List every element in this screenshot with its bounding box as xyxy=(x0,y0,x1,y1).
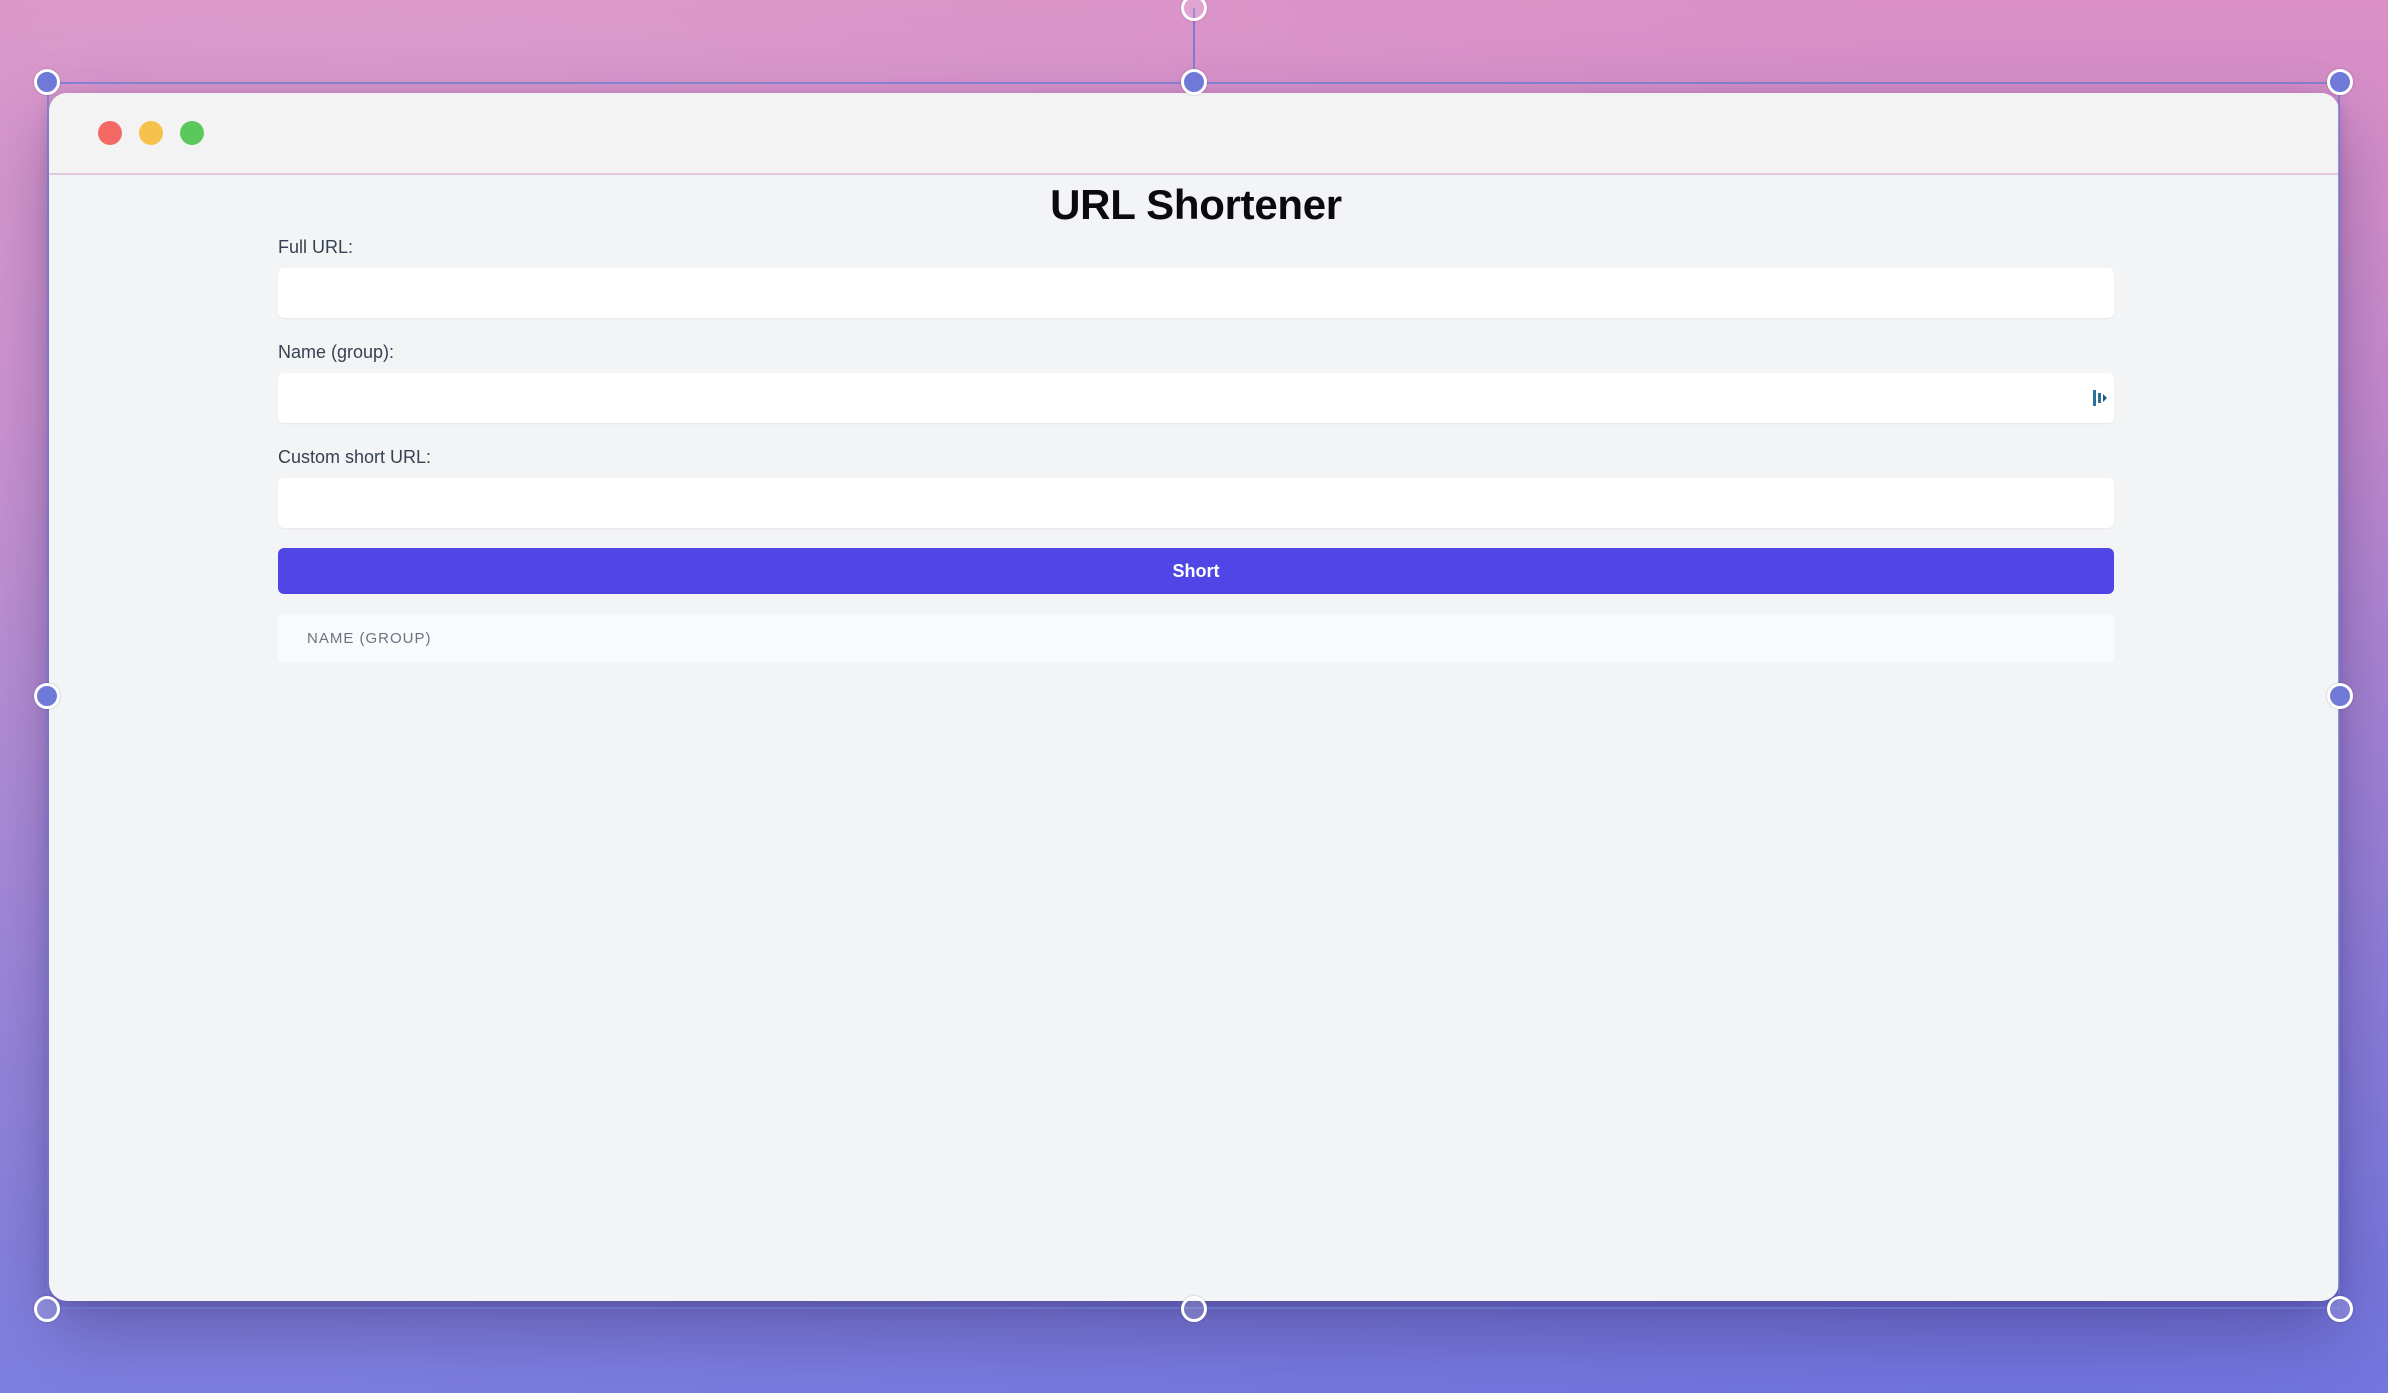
custom-short-url-input[interactable] xyxy=(278,478,2114,528)
resize-handle-right[interactable] xyxy=(2327,683,2353,709)
autofill-extension-icon[interactable] xyxy=(2092,389,2108,407)
main-content: URL Shortener Full URL: Name (group): Cu… xyxy=(278,175,2114,662)
links-table-header: NAME (GROUP) xyxy=(278,614,2114,662)
full-url-label: Full URL: xyxy=(278,237,354,257)
maximize-window-button[interactable] xyxy=(180,121,204,145)
resize-handle-top-right[interactable] xyxy=(2327,69,2353,95)
full-url-input[interactable] xyxy=(278,268,2114,318)
resize-handle-bottom-left[interactable] xyxy=(34,1296,60,1322)
name-group-field-wrapper xyxy=(278,373,2114,423)
custom-short-url-label: Custom short URL: xyxy=(278,447,432,467)
close-window-button[interactable] xyxy=(98,121,122,145)
app-window: URL Shortener Full URL: Name (group): Cu… xyxy=(49,93,2339,1301)
name-group-label: Name (group): xyxy=(278,342,395,362)
resize-handle-bottom[interactable] xyxy=(1181,1296,1207,1322)
full-url-field-wrapper xyxy=(278,268,2114,318)
resize-handle-left[interactable] xyxy=(34,683,60,709)
resize-handle-bottom-right[interactable] xyxy=(2327,1296,2353,1322)
resize-handle-top[interactable] xyxy=(1181,69,1207,95)
column-header-name-group[interactable]: NAME (GROUP) xyxy=(278,630,432,647)
page-title: URL Shortener xyxy=(1050,181,1342,228)
short-button[interactable]: Short xyxy=(278,548,2114,594)
minimize-window-button[interactable] xyxy=(139,121,163,145)
title-bar xyxy=(49,93,2339,175)
name-group-input[interactable] xyxy=(278,373,2114,423)
resize-handle-top-left[interactable] xyxy=(34,69,60,95)
custom-short-url-field-wrapper xyxy=(278,478,2114,528)
